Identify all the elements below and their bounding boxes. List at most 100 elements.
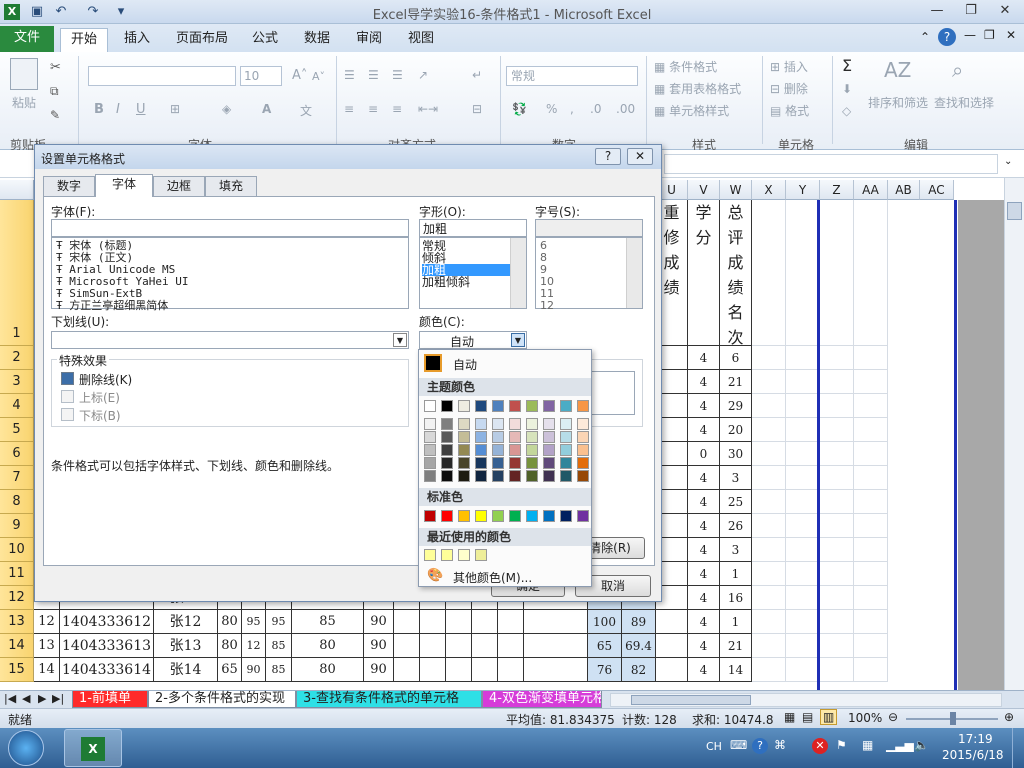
cell-name[interactable]: 张14 bbox=[154, 658, 218, 682]
empty-cell[interactable] bbox=[786, 370, 820, 394]
standard-color-swatch[interactable] bbox=[543, 510, 555, 522]
strikethrough-label[interactable]: 删除线(K) bbox=[79, 371, 132, 388]
clock-date[interactable]: 2015/6/18 bbox=[942, 748, 1004, 762]
tray-icon[interactable]: ⌘ bbox=[774, 738, 786, 752]
sort-filter-icon[interactable]: AZ bbox=[884, 58, 911, 82]
cell-v3[interactable]: 4 bbox=[688, 370, 720, 394]
empty-cell[interactable] bbox=[446, 634, 472, 658]
cell-c[interactable]: 65 bbox=[218, 658, 242, 682]
cell-v12[interactable]: 4 bbox=[688, 586, 720, 610]
standard-color-swatch[interactable] bbox=[577, 510, 589, 522]
indent-icon[interactable]: ⇤⇥ bbox=[418, 102, 438, 116]
tab-file[interactable]: 文件 bbox=[0, 26, 54, 52]
empty-cell[interactable] bbox=[394, 658, 420, 682]
empty-cell[interactable] bbox=[786, 586, 820, 610]
dialog-help-button[interactable]: ? bbox=[595, 148, 621, 165]
empty-cell[interactable] bbox=[446, 658, 472, 682]
theme-shade-swatch[interactable] bbox=[543, 457, 555, 469]
scroll-thumb[interactable] bbox=[1007, 202, 1022, 220]
format-cells-button[interactable]: ▤ 格式 bbox=[770, 102, 809, 119]
expand-formula-icon[interactable]: ⌄ bbox=[1004, 156, 1012, 167]
cell-d[interactable]: 90 bbox=[242, 658, 266, 682]
format-as-table-button[interactable]: ▦ 套用表格格式 bbox=[654, 80, 741, 97]
comma-icon[interactable]: , bbox=[570, 102, 574, 116]
theme-shade-swatch[interactable] bbox=[458, 431, 470, 443]
theme-shade-swatch[interactable] bbox=[560, 418, 572, 430]
underline-select[interactable]: ▼ bbox=[51, 331, 409, 349]
find-select-icon[interactable]: ⌕ bbox=[952, 58, 963, 82]
theme-shade-swatch[interactable] bbox=[509, 470, 521, 482]
cell-q[interactable]: 100 bbox=[588, 610, 622, 634]
align-right-icon[interactable]: ≡ bbox=[392, 102, 402, 116]
autosum-icon[interactable]: Σ bbox=[842, 56, 852, 75]
cell-a[interactable]: 12 bbox=[34, 610, 60, 634]
currency-icon[interactable]: 💱 bbox=[512, 102, 527, 116]
cell-w4[interactable]: 29 bbox=[720, 394, 752, 418]
taskbar-excel-icon[interactable]: X bbox=[64, 729, 122, 767]
empty-cell[interactable] bbox=[752, 418, 786, 442]
empty-cell[interactable] bbox=[786, 200, 820, 346]
wrap-text-icon[interactable]: ↵ bbox=[472, 68, 482, 82]
theme-shade-swatch[interactable] bbox=[492, 444, 504, 456]
merge-icon[interactable]: ⊟ bbox=[472, 102, 482, 116]
row-header[interactable]: 2 bbox=[0, 346, 34, 370]
empty-cell[interactable] bbox=[752, 634, 786, 658]
ime-help-icon[interactable]: ? bbox=[752, 738, 768, 754]
empty-cell[interactable] bbox=[752, 370, 786, 394]
theme-shade-swatch[interactable] bbox=[560, 444, 572, 456]
empty-cell[interactable] bbox=[786, 658, 820, 682]
empty-cell[interactable] bbox=[854, 370, 888, 394]
theme-shade-swatch[interactable] bbox=[424, 457, 436, 469]
font-size-combo[interactable]: 10 bbox=[240, 66, 282, 86]
wb-minimize-icon[interactable]: — bbox=[964, 28, 976, 42]
cell-w12[interactable]: 16 bbox=[720, 586, 752, 610]
formula-input[interactable] bbox=[664, 154, 998, 174]
theme-shade-swatch[interactable] bbox=[458, 457, 470, 469]
theme-color-swatch[interactable] bbox=[526, 400, 538, 412]
row-header[interactable]: 13 bbox=[0, 610, 34, 634]
empty-cell[interactable] bbox=[752, 562, 786, 586]
cell-w1[interactable]: 总评成绩名次 bbox=[720, 200, 752, 346]
grow-font-icon[interactable]: A˄ bbox=[292, 68, 307, 83]
more-colors-option[interactable]: 🎨 其他颜色(M)... bbox=[421, 566, 589, 586]
zoom-level[interactable]: 100% bbox=[848, 711, 882, 725]
standard-color-swatch[interactable] bbox=[458, 510, 470, 522]
sheet-tab-1[interactable]: 1-前填单 bbox=[72, 691, 148, 708]
theme-shade-swatch[interactable] bbox=[441, 418, 453, 430]
empty-cell[interactable] bbox=[786, 418, 820, 442]
font-input[interactable] bbox=[51, 219, 409, 237]
empty-cell[interactable] bbox=[820, 370, 854, 394]
underline-button[interactable]: U bbox=[136, 102, 146, 117]
recent-color-swatch[interactable] bbox=[475, 549, 487, 561]
row-header[interactable]: 5 bbox=[0, 418, 34, 442]
conditional-formatting-button[interactable]: ▦ 条件格式 bbox=[654, 58, 717, 75]
row-header[interactable]: 1 bbox=[0, 200, 34, 346]
standard-color-swatch[interactable] bbox=[424, 510, 436, 522]
wb-close-icon[interactable]: ✕ bbox=[1006, 28, 1016, 42]
cell-a[interactable]: 13 bbox=[34, 634, 60, 658]
empty-cell[interactable] bbox=[472, 634, 498, 658]
cell-w11[interactable]: 1 bbox=[720, 562, 752, 586]
empty-cell[interactable] bbox=[394, 634, 420, 658]
empty-cell[interactable] bbox=[752, 610, 786, 634]
style-input[interactable]: 加粗 bbox=[419, 219, 527, 237]
cell-e[interactable]: 95 bbox=[266, 610, 292, 634]
theme-shade-swatch[interactable] bbox=[475, 457, 487, 469]
page-break-view-icon[interactable]: ▥ bbox=[820, 709, 838, 725]
theme-shade-swatch[interactable] bbox=[441, 457, 453, 469]
phonetic-icon[interactable]: 文 bbox=[300, 102, 312, 119]
cell-v13[interactable]: 4 bbox=[688, 610, 720, 634]
size-item[interactable]: 6 bbox=[540, 240, 638, 252]
help-icon[interactable]: ? bbox=[938, 28, 956, 46]
cell-v11[interactable]: 4 bbox=[688, 562, 720, 586]
column-header-z[interactable]: Z bbox=[820, 180, 854, 200]
recent-color-swatch[interactable] bbox=[458, 549, 470, 561]
sheet-tab-3[interactable]: 3-查找有条件格式的单元格 bbox=[296, 691, 482, 708]
empty-cell[interactable] bbox=[786, 490, 820, 514]
cell-w10[interactable]: 3 bbox=[720, 538, 752, 562]
tab-fill[interactable]: 填充 bbox=[205, 176, 257, 196]
flag-icon[interactable]: ⚑ bbox=[836, 738, 847, 752]
show-desktop-button[interactable] bbox=[1012, 728, 1024, 768]
theme-shade-swatch[interactable] bbox=[475, 418, 487, 430]
select-all-corner[interactable] bbox=[0, 180, 34, 200]
